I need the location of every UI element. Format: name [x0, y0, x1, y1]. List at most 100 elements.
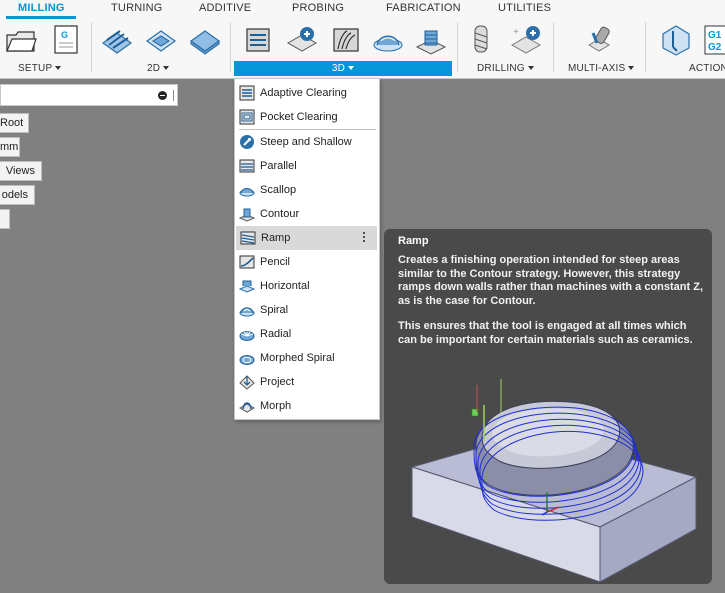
scallop-icon	[239, 182, 255, 198]
collapse-icon[interactable]	[158, 91, 167, 100]
menu-item-horizontal[interactable]: Horizontal	[235, 274, 379, 298]
menu-item-project[interactable]: Project	[235, 370, 379, 394]
menu-item-label: Scallop	[260, 184, 297, 196]
3d-dropdown-menu: Adaptive Clearing Pocket Clearing Steep …	[234, 78, 380, 420]
multi-axis-icon	[588, 26, 610, 52]
radial-icon	[239, 326, 255, 342]
pencil-icon	[239, 254, 255, 270]
3d-contour-button[interactable]	[414, 23, 448, 57]
browser-node-root[interactable]: Root	[0, 113, 29, 133]
menu-item-morphed-spiral[interactable]: Morphed Spiral	[235, 346, 379, 370]
toolbar: MILLING TURNING ADDITIVE PROBING FABRICA…	[0, 0, 725, 79]
nc-program-button[interactable]: G	[48, 23, 82, 57]
3d-adaptive-button[interactable]	[241, 23, 275, 57]
tab-additive[interactable]: ADDITIVE	[199, 2, 251, 14]
contour-icon	[239, 206, 255, 222]
2d-adaptive-icon	[101, 30, 133, 54]
active-tab-indicator	[6, 16, 76, 19]
svg-text:G: G	[61, 30, 68, 40]
menu-item-pencil[interactable]: Pencil	[235, 250, 379, 274]
hole-recognition-button[interactable]: +	[509, 23, 543, 57]
morphed-spiral-icon	[239, 350, 255, 366]
browser-divider	[173, 90, 174, 101]
horizontal-icon	[239, 278, 255, 294]
2d-pocket-button[interactable]	[144, 23, 178, 57]
menu-item-label: Parallel	[260, 160, 297, 172]
menu-item-label: Radial	[260, 328, 292, 340]
menu-item-pocket-clearing[interactable]: Pocket Clearing	[235, 105, 379, 129]
simulate-icon	[662, 25, 690, 56]
menu-item-label: Steep and Shallow	[260, 136, 352, 148]
2d-pocket-icon	[145, 30, 177, 52]
3d-contour-icon	[415, 30, 447, 55]
pocket-clearing-icon	[239, 109, 255, 125]
setup-group-label[interactable]: SETUP	[18, 63, 62, 74]
drilling-group-label[interactable]: DRILLING	[477, 63, 534, 74]
menu-item-label: Pocket Clearing	[260, 111, 338, 123]
3d-steep-shallow-button[interactable]	[329, 23, 363, 57]
menu-item-morph[interactable]: Morph	[235, 394, 379, 418]
tooltip-title: Ramp	[398, 235, 429, 247]
browser-node-models[interactable]: odels	[0, 185, 35, 205]
drill-button[interactable]	[466, 23, 500, 57]
menu-item-contour[interactable]: Contour	[235, 202, 379, 226]
browser-node-other[interactable]	[0, 209, 10, 229]
ramp-illustration	[410, 379, 698, 582]
svg-text:G2: G2	[708, 42, 722, 53]
menu-item-radial[interactable]: Radial	[235, 322, 379, 346]
gcode-icon: G1G2	[704, 25, 725, 55]
post-process-button[interactable]: G1 G2	[702, 23, 725, 57]
svg-text:+: +	[513, 27, 519, 38]
tooltip-description: Creates a finishing operation intended f…	[398, 254, 704, 307]
hole-recognition-icon: +	[510, 26, 542, 54]
multi-axis-group-label[interactable]: MULTI-AXIS	[568, 63, 635, 74]
3d-scallop-button[interactable]	[371, 23, 405, 57]
3d-adaptive-icon	[246, 28, 270, 52]
menu-item-label: Pencil	[260, 256, 290, 268]
menu-item-label: Project	[260, 376, 295, 388]
menu-item-scallop[interactable]: Scallop	[235, 178, 379, 202]
menu-item-label: Morph	[260, 400, 292, 412]
3d-group-dropdown-button[interactable]: 3D	[234, 61, 452, 76]
multi-axis-button[interactable]	[583, 23, 617, 57]
menu-item-spiral[interactable]: Spiral	[235, 298, 379, 322]
3d-pocket-button[interactable]	[285, 23, 319, 57]
menu-item-label: Horizontal	[260, 280, 310, 292]
browser-node-views[interactable]: Views	[0, 161, 42, 181]
tab-fabrication[interactable]: FABRICATION	[386, 2, 461, 14]
browser-node-units[interactable]: mm	[0, 137, 20, 157]
tooltip-description-2: This ensures that the tool is engaged at…	[398, 320, 693, 346]
tab-probing[interactable]: PROBING	[292, 2, 344, 14]
menu-item-label: Morphed Spiral	[260, 352, 335, 364]
drill-icon	[474, 25, 488, 53]
actions-group-label[interactable]: ACTION	[689, 63, 725, 74]
menu-item-adaptive-clearing[interactable]: Adaptive Clearing	[235, 81, 379, 105]
svg-text:G1: G1	[708, 30, 722, 41]
new-setup-button[interactable]	[4, 23, 38, 57]
2d-contour-button[interactable]	[188, 23, 222, 57]
menu-item-label: Contour	[260, 208, 300, 220]
menu-item-parallel[interactable]: Parallel	[235, 154, 379, 178]
project-icon	[239, 374, 255, 390]
menu-item-ramp[interactable]: Ramp	[236, 226, 377, 250]
nc-program-icon: G	[54, 25, 78, 54]
tab-turning[interactable]: TURNING	[111, 2, 163, 14]
2d-contour-icon	[189, 30, 221, 55]
tab-milling[interactable]: MILLING	[18, 2, 65, 14]
folder-setup-icon	[6, 31, 37, 52]
morph-icon	[239, 398, 255, 414]
more-options-icon[interactable]	[360, 231, 368, 245]
ramp-tooltip: Ramp Creates a finishing operation inten…	[384, 229, 712, 584]
simulate-button[interactable]	[659, 23, 693, 57]
tab-utilities[interactable]: UTILITIES	[498, 2, 551, 14]
adaptive-clearing-icon	[239, 85, 255, 101]
menu-item-steep-and-shallow[interactable]: Steep and Shallow	[235, 130, 379, 154]
tab-bar: MILLING TURNING ADDITIVE PROBING FABRICA…	[0, 0, 725, 19]
ramp-icon	[240, 230, 256, 246]
spiral-icon	[239, 302, 255, 318]
3d-group-label: 3D	[234, 61, 452, 76]
2d-adaptive-button[interactable]	[100, 23, 134, 57]
2d-group-label[interactable]: 2D	[147, 63, 170, 74]
menu-item-label: Adaptive Clearing	[260, 87, 347, 99]
steep-and-shallow-icon	[239, 134, 255, 150]
